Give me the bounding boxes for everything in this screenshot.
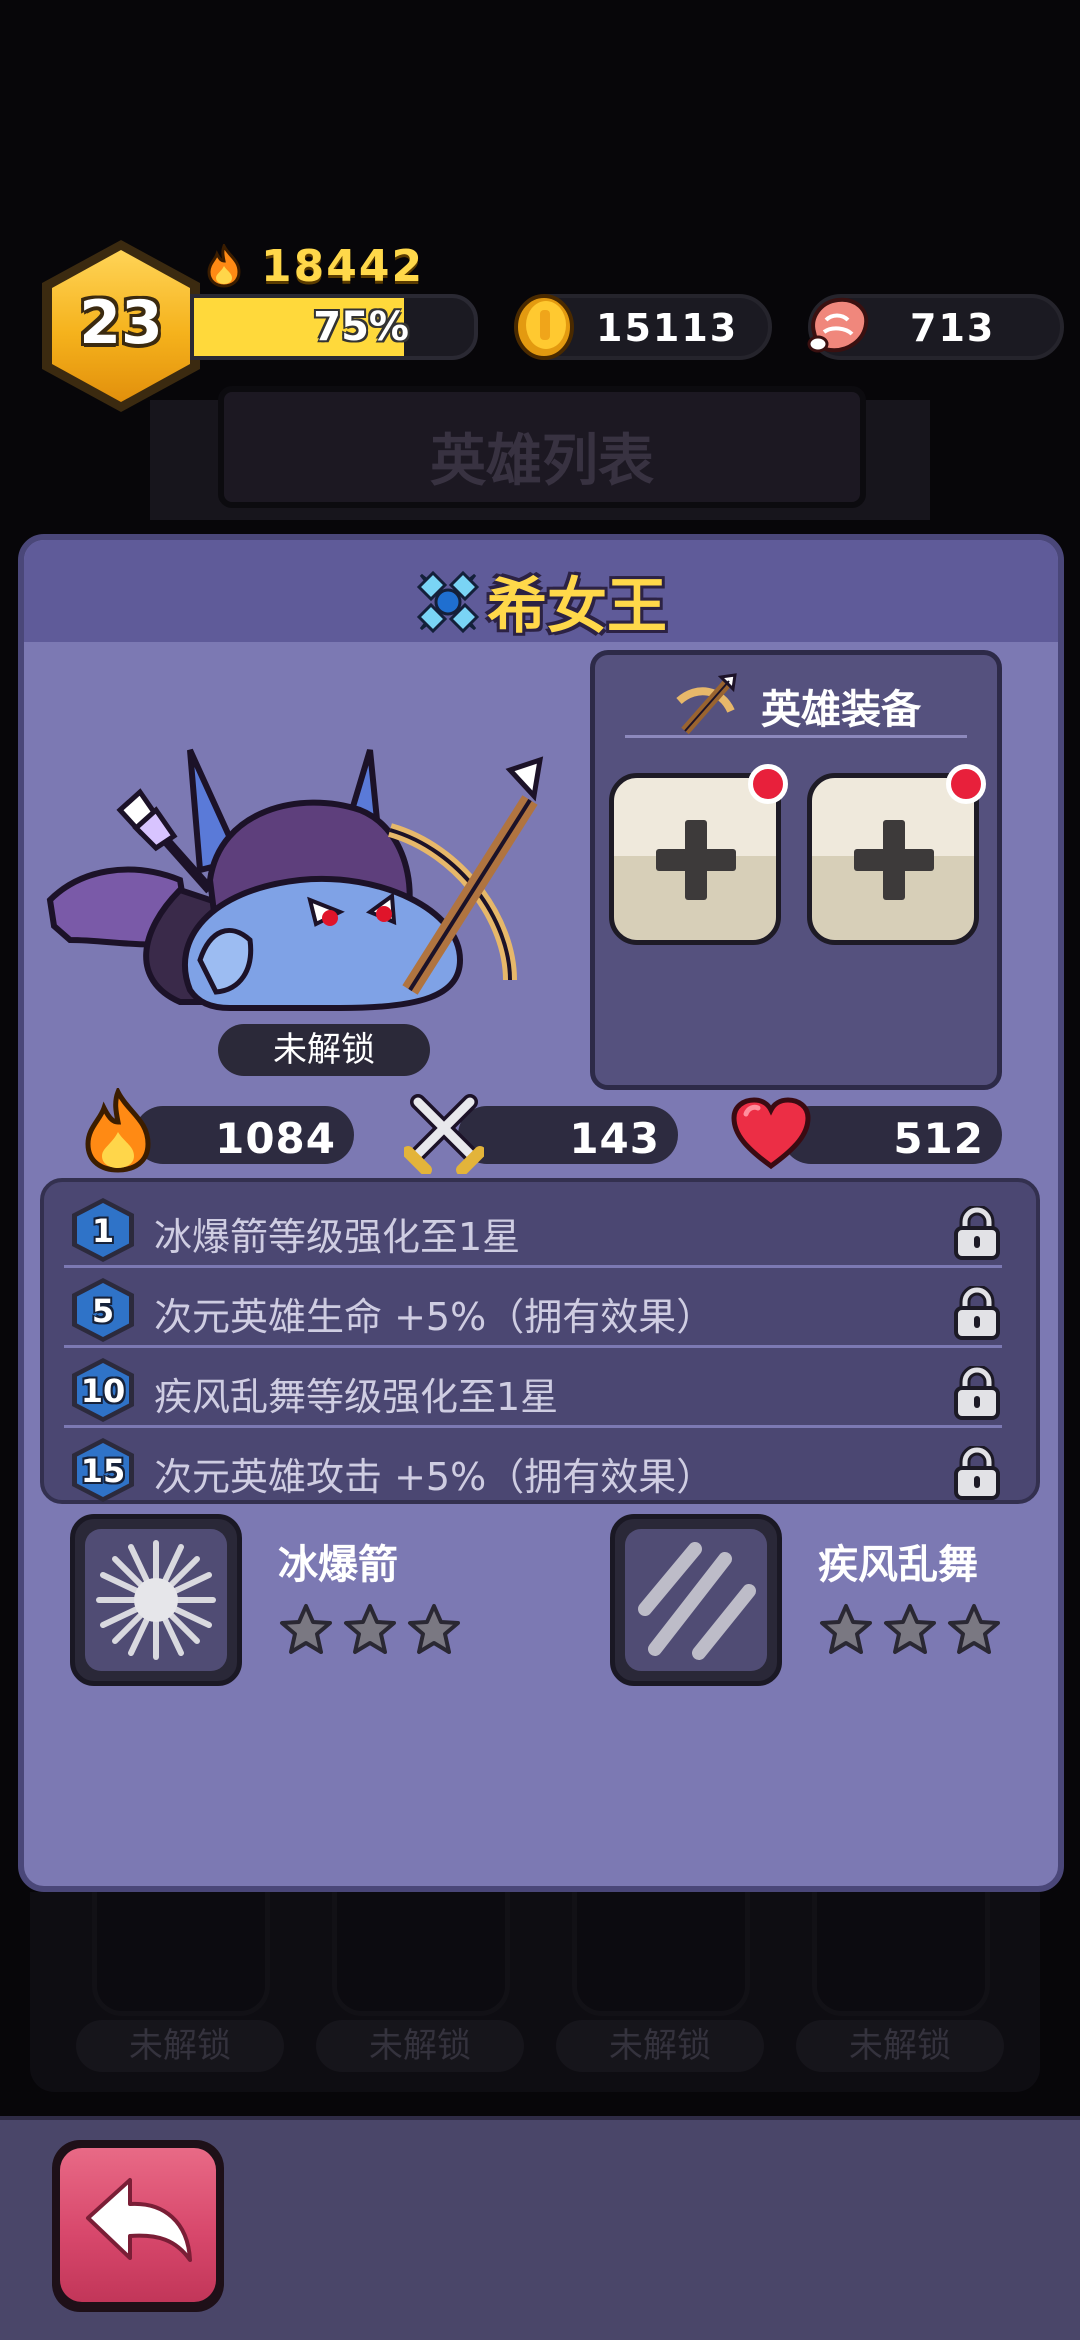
lock-icon: [954, 1366, 1000, 1420]
meat-icon: [807, 297, 869, 353]
locked-label: 未解锁: [316, 2020, 524, 2072]
hero-health-value: 512: [893, 1114, 984, 1163]
perk-row: 5 次元英雄生命 +5%（拥有效果）: [64, 1268, 1002, 1348]
hero-list-banner: 英雄列表: [218, 386, 866, 508]
player-level-number: 23: [79, 288, 163, 358]
perk-description: 次元英雄攻击 +5%（拥有效果）: [154, 1455, 715, 1499]
flame-icon: [85, 1088, 151, 1173]
wind-slash-icon: [638, 1542, 756, 1660]
equipment-slot-2[interactable]: [807, 764, 986, 945]
locked-label: 未解锁: [796, 2020, 1004, 2072]
perk-level: 1: [91, 1212, 115, 1250]
xp-progress-bar: 75%: [190, 294, 478, 360]
coin-amount: 15113: [596, 306, 739, 350]
hero-card-locked[interactable]: [332, 1892, 510, 2016]
hero-health-stat: 512: [782, 1106, 1002, 1164]
perk-row: 15 次元英雄攻击 +5%（拥有效果）: [64, 1428, 1002, 1508]
perk-description: 冰爆箭等级强化至1星: [154, 1215, 521, 1259]
equipment-slot-1[interactable]: [609, 764, 788, 945]
star-icon: [344, 1604, 396, 1654]
star-icon: [820, 1604, 872, 1654]
skill-gale-dance[interactable]: [610, 1514, 782, 1686]
hero-attack-stat: 143: [458, 1106, 678, 1164]
ice-burst-icon: [96, 1540, 216, 1660]
hero-name-header: 希女王: [24, 540, 1058, 642]
hero-perk-list: 1 冰爆箭等级强化至1星 5 次元英雄生命 +5%（拥有效果） 10 疾风乱舞等…: [40, 1178, 1040, 1504]
perk-level-badge: 5: [72, 1278, 134, 1342]
perk-level: 10: [80, 1372, 126, 1410]
hero-power-stat: 1084: [134, 1106, 354, 1164]
equipment-divider: [625, 735, 967, 738]
player-level-badge: 23: [42, 240, 200, 412]
flame-icon: [207, 244, 241, 288]
perk-level: 15: [80, 1452, 126, 1490]
star-icon: [948, 1604, 1000, 1654]
crossed-swords-icon: [404, 1094, 484, 1174]
xp-progress-label: 75%: [313, 304, 409, 350]
locked-label: 未解锁: [76, 2020, 284, 2072]
star-icon: [280, 1604, 332, 1654]
skill-ice-burst-arrow[interactable]: [70, 1514, 242, 1686]
total-power: 18442: [205, 238, 424, 294]
heart-icon: [731, 1097, 811, 1170]
perk-level-badge: 15: [72, 1438, 134, 1502]
star-icon: [884, 1604, 936, 1654]
hero-card-locked[interactable]: [92, 1892, 270, 2016]
notification-dot: [748, 764, 788, 804]
perk-level-badge: 10: [72, 1358, 134, 1422]
crossbow-icon: [676, 673, 737, 735]
hero-equipment-panel: 英雄装备: [590, 650, 1002, 1090]
meat-amount: 713: [910, 306, 996, 350]
perk-level: 5: [91, 1292, 115, 1330]
back-arrow-icon: [86, 2178, 192, 2262]
hero-power-value: 1084: [215, 1114, 336, 1163]
total-power-value: 18442: [261, 240, 425, 292]
hero-card-locked[interactable]: [812, 1892, 990, 2016]
hero-portrait: [46, 748, 544, 1011]
notification-dot: [946, 764, 986, 804]
equipment-title: 英雄装备: [761, 687, 921, 733]
back-button[interactable]: [52, 2140, 224, 2312]
locked-label: 未解锁: [556, 2020, 764, 2072]
perk-description: 次元英雄生命 +5%（拥有效果）: [154, 1295, 715, 1339]
hero-list-title: 英雄列表: [430, 429, 654, 494]
lock-icon: [954, 1286, 1000, 1340]
hero-class-icon: [416, 570, 480, 633]
hero-card-locked[interactable]: [572, 1892, 750, 2016]
hero-name: 希女王: [487, 572, 667, 642]
perk-description: 疾风乱舞等级强化至1星: [154, 1375, 559, 1419]
lock-icon: [954, 1206, 1000, 1260]
hero-locked-status: 未解锁: [218, 1024, 430, 1076]
skill-stars: [818, 1602, 1002, 1658]
skill-name: 疾风乱舞: [818, 1542, 978, 1588]
perk-row: 10 疾风乱舞等级强化至1星: [64, 1348, 1002, 1428]
skill-name: 冰爆箭: [278, 1542, 398, 1588]
hero-attack-value: 143: [569, 1114, 660, 1163]
perk-row: 1 冰爆箭等级强化至1星: [64, 1188, 1002, 1268]
skill-stars: [278, 1602, 462, 1658]
gold-coin-icon: [514, 294, 574, 360]
star-icon: [408, 1604, 460, 1654]
perk-level-badge: 1: [72, 1198, 134, 1262]
lock-icon: [954, 1446, 1000, 1500]
